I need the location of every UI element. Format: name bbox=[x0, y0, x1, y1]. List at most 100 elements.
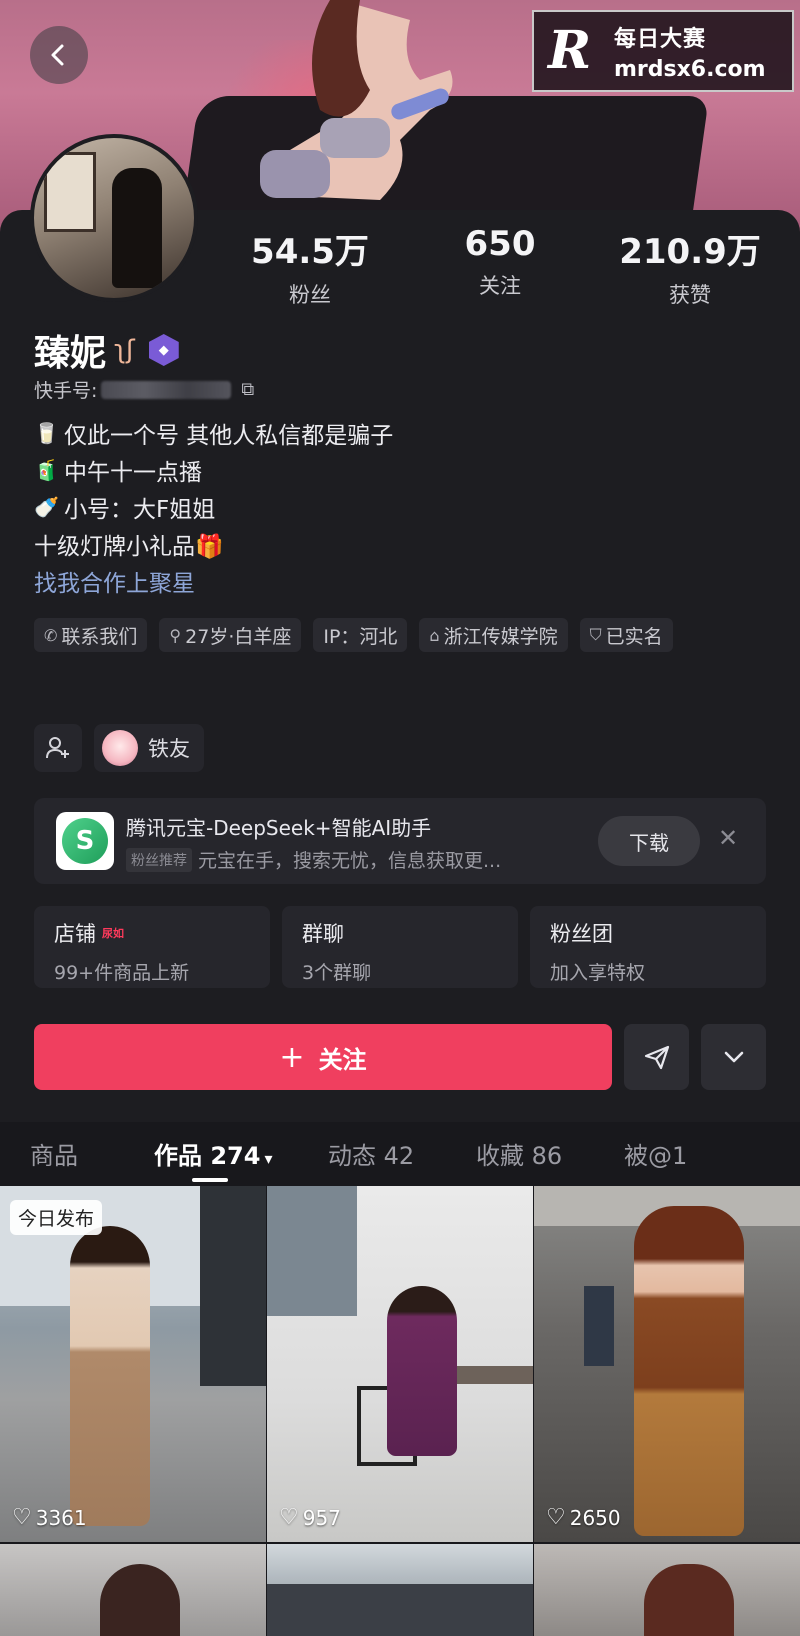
level-badge-icon[interactable]: ◆ bbox=[148, 334, 179, 366]
post-thumbnail[interactable] bbox=[534, 1544, 800, 1636]
message-button[interactable] bbox=[624, 1024, 689, 1090]
school-icon: ⌂ bbox=[429, 625, 440, 645]
post-figure bbox=[387, 1286, 457, 1456]
post-thumbnail[interactable]: ♡ 957 bbox=[267, 1186, 533, 1542]
feature-subtitle: 加入享特权 bbox=[550, 962, 646, 984]
bio-text: 仅此一个号 其他人私信都是骗子 bbox=[64, 422, 394, 449]
action-row: + 关注 bbox=[34, 1024, 766, 1090]
bio-line: 🧃 中午十一点播 bbox=[34, 451, 393, 488]
yuanbao-app-icon: S bbox=[56, 812, 114, 870]
cooperation-link[interactable]: 找我合作上聚星 bbox=[34, 562, 393, 599]
phone-mount bbox=[584, 1286, 614, 1366]
post-thumbnail[interactable] bbox=[0, 1544, 266, 1636]
stat-value: 54.5万 bbox=[251, 232, 369, 272]
posts-grid: 今日发布 ♡ 3361 ♡ 957 ♡ 2650 bbox=[0, 1186, 800, 1636]
tab-works[interactable]: 作品 274 ▾ bbox=[154, 1136, 272, 1171]
friend-label: 铁友 bbox=[148, 737, 190, 761]
tab-moments[interactable]: 动态 42 bbox=[328, 1136, 414, 1171]
bio-line: 🥛 仅此一个号 其他人私信都是骗子 bbox=[34, 414, 393, 451]
post-thumbnail[interactable]: ♡ 2650 bbox=[534, 1186, 800, 1542]
crowd bbox=[267, 1584, 533, 1636]
close-icon[interactable]: ✕ bbox=[718, 824, 738, 852]
stat-label: 获赞 bbox=[669, 283, 711, 307]
heart-icon: ♡ bbox=[546, 1505, 566, 1530]
send-icon bbox=[644, 1045, 669, 1070]
uid-row: 快手号: ⧉ bbox=[34, 376, 254, 403]
ad-subtitle-row: 粉丝推荐 元宝在手，搜索无忧，信息获取更... bbox=[126, 846, 501, 873]
heart-icon: ♡ bbox=[279, 1505, 299, 1530]
post-figure bbox=[70, 1226, 150, 1526]
tag-contact[interactable]: ✆ 联系我们 bbox=[34, 618, 148, 652]
tag-ip: IP：河北 bbox=[313, 618, 408, 652]
tag-text: 已实名 bbox=[605, 625, 663, 648]
watermark-url: mrdsx6.com bbox=[614, 56, 766, 82]
feature-group-chat[interactable]: 群聊 3个群聊 bbox=[282, 906, 518, 988]
tab-mentions[interactable]: 被@1 bbox=[624, 1136, 687, 1171]
tab-label: 作品 274 bbox=[154, 1142, 261, 1170]
likes-count: ♡ 2650 bbox=[546, 1505, 621, 1530]
ad-badge: 粉丝推荐 bbox=[126, 847, 192, 872]
stat-likes[interactable]: 210.9万 获赞 bbox=[610, 224, 770, 309]
milk-icon: 🥛 bbox=[34, 420, 59, 445]
ad-banner[interactable]: S 腾讯元宝-DeepSeek+智能AI助手 粉丝推荐 元宝在手，搜索无忧，信息… bbox=[34, 798, 766, 884]
avatar[interactable] bbox=[30, 134, 198, 302]
follow-label: 关注 bbox=[318, 1045, 367, 1074]
friend-avatar bbox=[102, 730, 138, 766]
bio-text: 小号：大F姐姐 bbox=[64, 496, 216, 523]
post-thumbnail[interactable] bbox=[267, 1544, 533, 1636]
bio-line: 十级灯牌小礼品🎁 bbox=[34, 525, 393, 562]
tag-age: ⚲ 27岁·白羊座 bbox=[159, 618, 302, 652]
juice-icon: 🧃 bbox=[34, 457, 59, 482]
post-figure bbox=[100, 1564, 180, 1636]
likes-count: ♡ 957 bbox=[279, 1505, 341, 1530]
content-tabs: 商品 作品 274 ▾ 动态 42 收藏 86 被@1 bbox=[0, 1122, 800, 1186]
bottle-icon: 🍼 bbox=[34, 494, 59, 519]
stat-fans[interactable]: 54.5万 粉丝 bbox=[230, 224, 390, 309]
watermark-title: 每日大赛 bbox=[614, 26, 707, 52]
profile-tags: ✆ 联系我们 ⚲ 27岁·白羊座 IP：河北 ⌂ 浙江传媒学院 ⛉ 已实名 bbox=[34, 618, 774, 652]
tab-products[interactable]: 商品 bbox=[30, 1136, 78, 1171]
add-friend-button[interactable] bbox=[34, 724, 82, 772]
chevron-down-icon bbox=[724, 1051, 743, 1063]
stat-label: 关注 bbox=[479, 274, 521, 298]
back-button[interactable] bbox=[30, 26, 88, 84]
avatar-figure bbox=[112, 168, 162, 288]
copy-icon[interactable]: ⧉ bbox=[241, 379, 254, 400]
watermark-logo: R bbox=[548, 20, 592, 81]
shield-icon: ⛉ bbox=[589, 625, 602, 644]
ribbon-icon: ʅʃ bbox=[114, 335, 135, 365]
ad-title: 腾讯元宝-DeepSeek+智能AI助手 bbox=[126, 816, 432, 840]
feature-fan-club[interactable]: 粉丝团 加入享特权 bbox=[530, 906, 766, 988]
back-arrow-icon bbox=[51, 44, 64, 66]
hot-badge: 尿如 bbox=[102, 927, 124, 940]
profile-stats: 54.5万 粉丝 650 关注 210.9万 获赞 bbox=[230, 224, 770, 309]
tag-text: 联系我们 bbox=[61, 625, 138, 648]
bio-text: 十级灯牌小礼品🎁 bbox=[34, 533, 224, 560]
ad-subtitle: 元宝在手，搜索无忧，信息获取更... bbox=[198, 850, 502, 872]
uid-value-blurred bbox=[101, 380, 232, 399]
feature-shop[interactable]: 店铺 尿如 99+件商品上新 bbox=[34, 906, 270, 988]
feature-title: 粉丝团 bbox=[550, 922, 613, 946]
pillar bbox=[200, 1186, 266, 1386]
feature-title: 群聊 bbox=[302, 922, 344, 946]
window bbox=[267, 1186, 357, 1316]
profile-name: 臻妮 bbox=[34, 333, 107, 374]
post-thumbnail[interactable]: 今日发布 ♡ 3361 bbox=[0, 1186, 266, 1542]
bio: 🥛 仅此一个号 其他人私信都是骗子 🧃 中午十一点播 🍼 小号：大F姐姐 十级灯… bbox=[34, 414, 393, 599]
today-badge: 今日发布 bbox=[10, 1200, 103, 1235]
friends-row: 铁友 bbox=[34, 724, 204, 772]
tab-favorites[interactable]: 收藏 86 bbox=[476, 1136, 562, 1171]
follow-button[interactable]: + 关注 bbox=[34, 1024, 612, 1090]
tag-school[interactable]: ⌂ 浙江传媒学院 bbox=[419, 618, 568, 652]
post-figure bbox=[634, 1206, 744, 1536]
active-tab-indicator bbox=[192, 1178, 228, 1182]
add-user-icon bbox=[46, 737, 69, 759]
tag-verified: ⛉ 已实名 bbox=[579, 618, 673, 652]
feature-title: 店铺 bbox=[54, 922, 96, 946]
iron-fans-button[interactable]: 铁友 bbox=[94, 724, 204, 772]
phone-icon: ✆ bbox=[44, 625, 58, 645]
heart-icon: ♡ bbox=[12, 1505, 32, 1530]
more-button[interactable] bbox=[701, 1024, 766, 1090]
ad-download-button[interactable]: 下载 bbox=[598, 816, 700, 866]
stat-following[interactable]: 650 关注 bbox=[420, 224, 580, 309]
